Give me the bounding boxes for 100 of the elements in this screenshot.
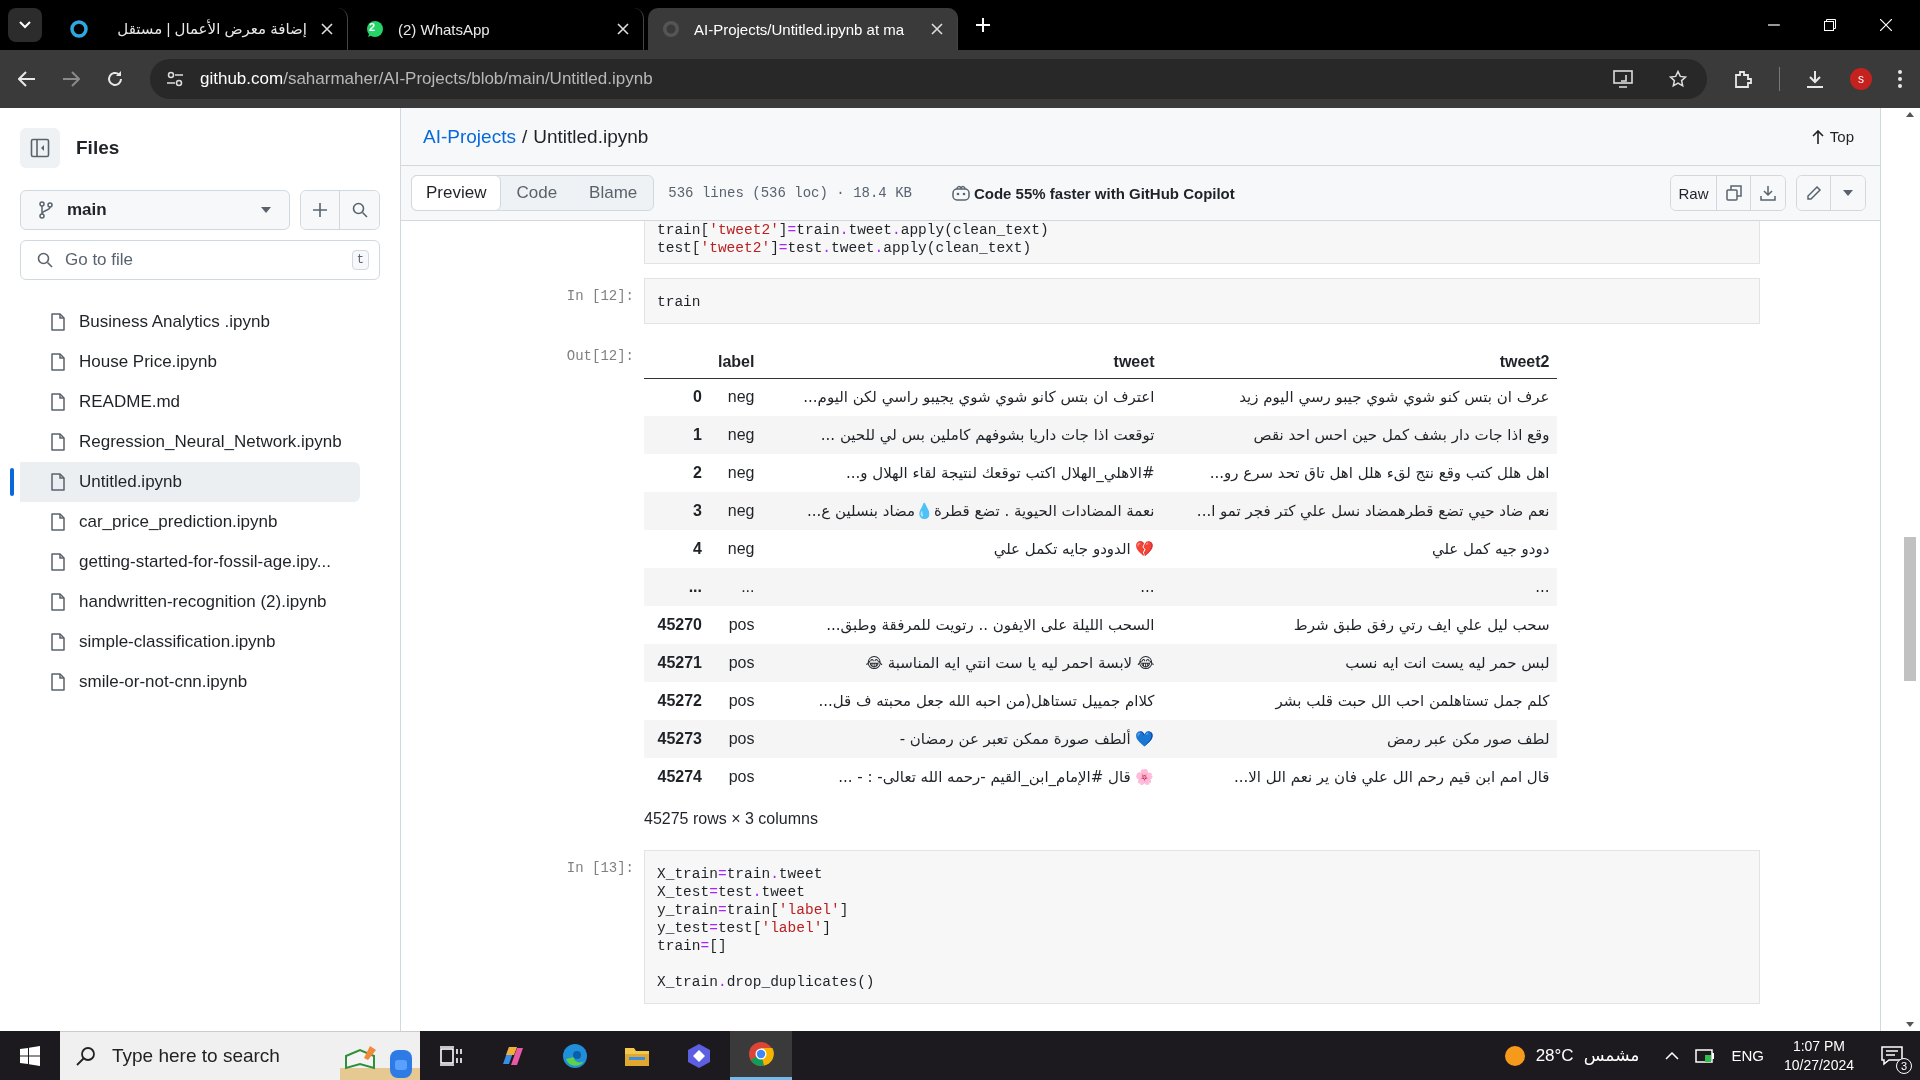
file-item[interactable]: car_price_prediction.ipynb — [10, 502, 360, 542]
star-icon[interactable] — [1669, 70, 1687, 88]
panel-toggle-button[interactable] — [20, 128, 60, 168]
file-item[interactable]: House Price.ipynb — [10, 342, 360, 382]
search-input[interactable]: Type here to search — [110, 1044, 326, 1068]
code-line: X_train=train.tweet — [657, 865, 823, 883]
file-icon — [51, 353, 65, 371]
battery-icon[interactable] — [1695, 1048, 1716, 1063]
table-cell: اعترف ان بتس كانو شوي شوي يجيبو راسي لكن اليوم... — [762, 378, 1163, 416]
file-icon — [51, 673, 65, 691]
table-cell: لبس حمر ليه يست انت ايه نسب — [1162, 644, 1558, 682]
table-cell: سحب ليل علي ايف رتي رفق طبق شرط — [1162, 606, 1558, 644]
arrow-up-icon — [1811, 129, 1824, 144]
table-cell: عرف ان بتس كنو شوي شوي جيبو رسي اليوم زيد — [1162, 378, 1558, 416]
file-item[interactable]: Untitled.ipynb — [10, 462, 360, 502]
download-icon[interactable] — [1806, 70, 1824, 88]
taskbar-search-field[interactable]: Type here to search — [60, 1031, 420, 1080]
file-search-input[interactable]: Go to file — [63, 249, 342, 271]
table-cell: لطف صور مكن عبر رمض — [1162, 720, 1558, 758]
table-cell: neg — [710, 454, 763, 492]
file-item[interactable]: smile-or-not-cnn.ipynb — [10, 662, 360, 702]
close-icon[interactable] — [1880, 19, 1892, 31]
cell-prompt: In [13]: — [566, 860, 634, 876]
back-icon[interactable] — [18, 71, 36, 87]
tab-title: AI-Projects/Untitled.ipynb at ma — [694, 20, 906, 38]
profile-avatar[interactable]: s — [1850, 68, 1872, 90]
repo-link[interactable]: AI-Projects — [423, 125, 516, 148]
chevron-up-icon[interactable] — [1665, 1051, 1680, 1060]
file-icon — [51, 473, 65, 491]
tab-list-button[interactable] — [8, 8, 42, 42]
row-index: 45271 — [644, 644, 710, 682]
table-cell: نعم ضاد حيي تضع قطرهمضاد نسل علي كتر فجر تمو ا... — [1162, 492, 1558, 530]
caret-icon — [1843, 190, 1853, 196]
table-cell: neg — [710, 378, 763, 416]
view-tab[interactable]: Preview — [411, 175, 502, 211]
file-icon — [51, 553, 65, 571]
table-cell: pos — [710, 606, 763, 644]
url-text: github.com/saharmaher/AI-Projects/blob/main/Untitled.ipynb — [200, 69, 653, 89]
clock[interactable]: 1:07 PM 10/27/2024 — [1783, 1036, 1854, 1075]
table-cell: #الاهلي_الهلال اكتب توقعك لنتيجة لقاء الهلال و... — [762, 454, 1163, 492]
language-indicator[interactable]: ENG — [1731, 1047, 1764, 1064]
table-cell: قال امم ابن قيم رحم الل علي فان ير نعم الل الا... — [1162, 758, 1558, 796]
table-cell: neg — [710, 492, 763, 530]
taskbar-app[interactable] — [730, 1031, 792, 1080]
file-search-field[interactable]: Go to file t — [20, 240, 380, 280]
table-cell: pos — [710, 720, 763, 758]
copilot-link[interactable]: Code 55% faster with GitHub Copilot — [951, 184, 1235, 202]
puzzle-icon[interactable] — [1733, 69, 1753, 89]
row-index: 3 — [644, 492, 710, 530]
browser-tab[interactable]: AI-Projects/Untitled.ipynb at ma — [648, 8, 958, 50]
row-index: 0 — [644, 378, 710, 416]
code-line: y_test=test['label'] — [657, 919, 832, 937]
chat-icon — [366, 20, 384, 38]
windows-icon[interactable] — [20, 1045, 40, 1066]
table-cell: pos — [710, 758, 763, 796]
install-icon[interactable] — [1613, 70, 1633, 88]
file-item[interactable]: Business Analytics .ipynb — [10, 302, 360, 342]
breadcrumb-separator: / — [521, 125, 528, 148]
add-file-button[interactable] — [301, 191, 340, 229]
table-summary: 45275 rows × 3 columns — [644, 810, 819, 828]
file-icon — [51, 393, 65, 411]
file-icon — [51, 433, 65, 451]
address-bar[interactable]: github.com/saharmaher/AI-Projects/blob/main/Untitled.ipynb — [150, 59, 1707, 99]
sidebar-panel-icon — [30, 138, 50, 158]
more-icon[interactable] — [1898, 70, 1902, 88]
copy-icon — [1725, 185, 1742, 201]
forward-icon[interactable] — [62, 71, 80, 87]
file-icon — [51, 313, 65, 331]
cell-prompt: In [12]: — [566, 288, 634, 304]
column-header: label — [710, 346, 763, 378]
restore-icon[interactable] — [1824, 19, 1836, 31]
ring-icon — [70, 20, 88, 38]
row-index: ... — [644, 568, 710, 606]
new-tab-icon[interactable] — [976, 18, 990, 32]
code-line: y_train=train['label'] — [657, 901, 849, 919]
table-cell: neg — [710, 416, 763, 454]
file-item[interactable]: handwritten-recognition (2).ipynb — [10, 582, 360, 622]
search-icon — [37, 252, 53, 268]
file-item[interactable]: Regression_Neural_Network.ipynb — [10, 422, 360, 462]
branch-selector[interactable]: main — [20, 190, 290, 230]
table-cell: كلم جمل تستاهلمن احب الل حبت قلب بشر — [1162, 682, 1558, 720]
raw-button[interactable]: Raw — [1671, 176, 1717, 210]
scrollbar-thumb[interactable] — [1904, 537, 1916, 681]
file-item[interactable]: README.md — [10, 382, 360, 422]
code-line: train['tweet2']=train.tweet.apply(clean_text) — [657, 221, 1049, 239]
table-cell: توقعت اذا جات داريا بشوفهم كاملين بس لي للحين ... — [762, 416, 1163, 454]
file-item[interactable]: getting-started-for-fossil-age.ipy... — [10, 542, 360, 582]
view-tab[interactable]: Code — [500, 176, 574, 210]
file-item[interactable]: simple-classification.ipynb — [10, 622, 360, 662]
edit-button[interactable] — [1797, 176, 1831, 210]
top-button[interactable]: Top — [1805, 127, 1860, 146]
file-info: 536 lines (536 loc) · 18.4 KB — [668, 185, 912, 201]
search-icon — [351, 202, 368, 218]
hexagon-icon — [687, 1042, 711, 1069]
reload-icon[interactable] — [106, 70, 124, 88]
view-tab[interactable]: Blame — [573, 176, 654, 210]
scroll-down-icon — [1906, 1022, 1914, 1027]
edge-icon — [562, 1042, 588, 1069]
sun-icon — [1503, 1044, 1526, 1067]
notifications-button[interactable]: 3 — [1872, 1035, 1912, 1076]
